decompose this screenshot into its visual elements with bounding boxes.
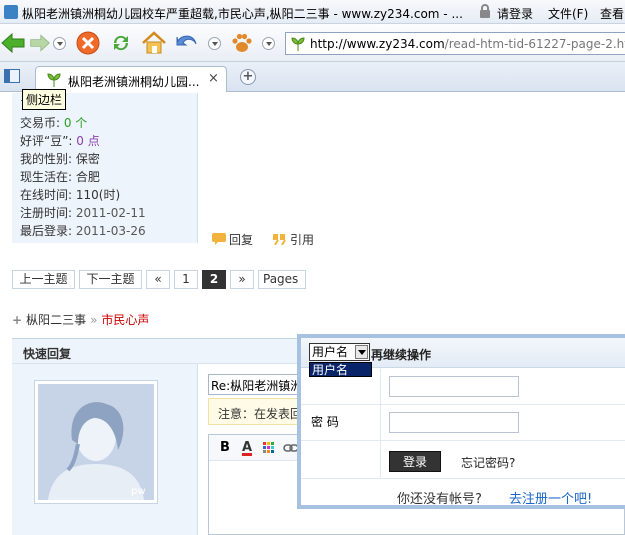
breadcrumb-plus-icon: + [12,313,23,327]
url-text[interactable]: http://www.zy234.com/read-htm-tid-61227-… [310,37,625,51]
refresh-button[interactable] [108,30,134,56]
forward-arrow-icon [30,34,50,52]
breadcrumb-forum-link[interactable]: 枞阳二三事 [26,313,86,327]
home-button[interactable] [141,30,167,56]
reply-label: 回复 [229,233,254,247]
login-button-label-cell [301,441,381,478]
back-arrow-icon [1,32,25,54]
login-password-label-cell: 密 码 [301,405,381,440]
login-type-select[interactable]: 用户名 [309,343,370,361]
reply-action[interactable]: 回复 [212,231,253,248]
menu-view[interactable]: 查看 [600,5,624,22]
forgot-password-link[interactable]: 忘记密码? [461,454,515,471]
page-content: 7 点 交易币: 0 个 好评“豆”: 0 点 我的性别: 保密 现生活在: 合… [0,93,625,535]
info-last-login: 最后登录: 2011-03-26 [20,224,146,238]
pages-label: Pages [258,270,306,289]
window-title: 枞阳老洲镇洲桐幼儿园校车严重超载,市民心声,枞阳二三事 - www.zy234.… [22,7,463,21]
stop-icon [76,31,100,55]
undo-button[interactable] [174,30,200,56]
quote-label: 引用 [290,233,315,247]
color-grid-icon[interactable] [261,440,277,456]
paw-icon [232,33,252,52]
reply-icon [212,233,226,245]
site-favicon-icon [291,37,305,51]
quote-action[interactable]: 引用 [273,231,314,248]
page-2-current: 2 [202,270,226,289]
prev-topic-button[interactable]: 上一主题 [12,270,75,289]
reply-notice-text: 注意：在发表回 [218,407,303,421]
tab-label: 枞阳老洲镇洲桐幼儿园... [68,75,200,89]
password-input[interactable] [389,412,519,433]
sidebar-toggle-icon[interactable] [4,69,20,83]
tab-close-icon[interactable]: × [208,71,219,86]
username-input[interactable] [389,376,519,397]
back-button[interactable] [0,30,26,56]
stop-button[interactable] [75,30,101,56]
navigation-toolbar: http://www.zy234.com/read-htm-tid-61227-… [0,24,625,62]
menu-file[interactable]: 文件(F) [548,5,588,22]
home-icon [142,31,166,54]
quick-reply-title: 快速回复 [23,347,72,361]
browser-app-icon [4,5,18,19]
password-label: 密 码 [311,415,339,429]
avatar-pw-mark: pw [131,486,146,497]
address-bar[interactable]: http://www.zy234.com/read-htm-tid-61227-… [285,32,625,55]
undo-icon [176,35,197,46]
window-title-bar: 枞阳老洲镇洲桐幼儿园校车严重超载,市民心声,枞阳二三事 - www.zy234.… [0,0,625,24]
avatar: pw [34,380,158,504]
last-page-button[interactable]: » [230,270,254,289]
avatar-column: pw [12,364,198,535]
info-good-rating: 好评“豆”: 0 点 [20,134,100,148]
login-password-row: 密 码 [301,405,625,441]
history-dropdown[interactable] [53,37,66,50]
no-account-text: 你还没有帐号? [397,492,482,507]
info-register-date: 注册时间: 2011-02-11 [20,206,146,220]
login-link[interactable]: 请登录 [497,5,533,22]
refresh-icon [113,35,129,51]
font-color-button[interactable]: A [239,440,255,456]
chevron-down-icon[interactable] [355,345,368,359]
tab-favicon-icon [47,73,61,87]
login-type-select-value: 用户名 [312,345,349,359]
tab-bar: 枞阳老洲镇洲桐幼儿园... × + [0,62,625,92]
url-host: http://www.zy234.com [310,37,445,51]
login-type-option-username[interactable]: 用户名 [309,362,372,377]
quote-icon [273,234,286,245]
login-button[interactable]: 登录 [389,451,441,472]
breadcrumb: + 枞阳二三事 » 市民心声 [12,311,149,328]
page-1-button[interactable]: 1 [174,270,198,289]
login-popup: 请先登入，再继续操作 密 码 用户名 用户名 登录 忘记密码? 你还没有帐号? … [297,334,625,509]
next-topic-button[interactable]: 下一主题 [79,270,142,289]
register-link[interactable]: 去注册一个吧! [509,488,592,507]
sidebar-tooltip: 侧边栏 [22,89,67,110]
info-location: 现生活在: 合肥 [20,170,100,184]
undo-dropdown[interactable] [208,37,221,50]
url-path: /read-htm-tid-61227-page-2.html [444,37,625,51]
info-trade-coins: 交易币: 0 个 [20,116,88,130]
paw-dropdown[interactable] [262,37,275,50]
breadcrumb-separator: » [90,313,98,327]
lock-icon [480,4,490,18]
info-gender: 我的性别: 保密 [20,152,100,166]
info-online-time: 在线时间: 110(时) [20,188,121,202]
breadcrumb-current-link[interactable]: 市民心声 [101,313,149,327]
user-info-panel: 7 点 交易币: 0 个 好评“豆”: 0 点 我的性别: 保密 现生活在: 合… [12,93,198,243]
forward-button[interactable] [27,30,53,56]
default-avatar-image: pw [38,384,154,500]
paw-button[interactable] [229,30,255,56]
bold-button[interactable]: B [217,440,233,456]
first-page-button[interactable]: « [146,270,170,289]
new-tab-button[interactable]: + [240,69,256,85]
